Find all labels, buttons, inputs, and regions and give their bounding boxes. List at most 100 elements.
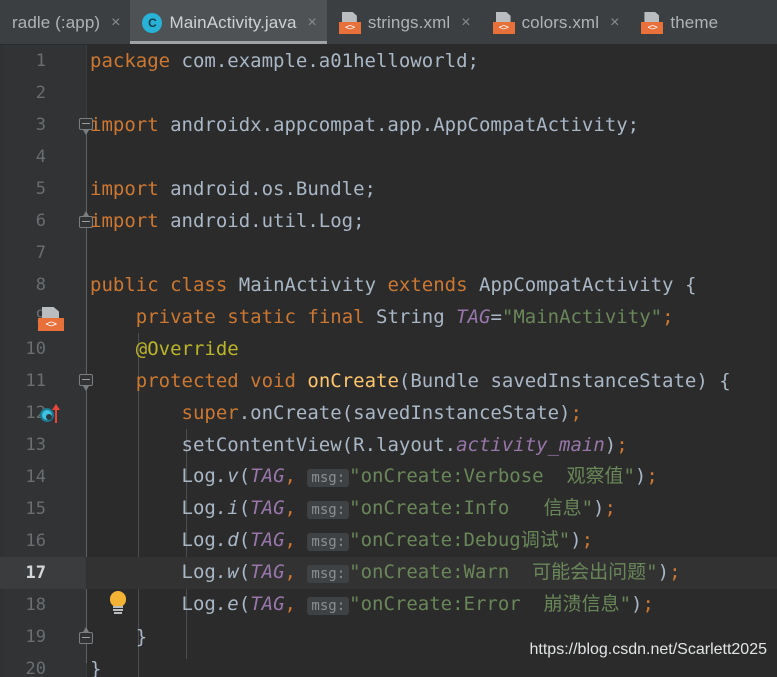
close-icon[interactable]: ×: [610, 14, 619, 31]
code-line-current[interactable]: 17 Log.w(TAG, msg: "onCreate:Warn 可能会出问题"…: [0, 557, 777, 589]
token-semicolon: ;: [581, 529, 594, 551]
token-operator: =: [490, 306, 502, 328]
token-brace: {: [719, 370, 731, 392]
token-comma: ,: [284, 593, 296, 615]
token-semicolon: ;: [669, 561, 681, 583]
line-content: public class MainActivity extends AppCom…: [90, 269, 696, 301]
code-line[interactable]: 7: [0, 237, 777, 269]
token-keyword: void: [250, 370, 296, 392]
bulb-base: [114, 612, 122, 614]
code-line[interactable]: 5 import android.os.Bundle;: [0, 173, 777, 205]
tag-badge: <>: [641, 21, 664, 34]
close-icon[interactable]: ×: [308, 14, 317, 31]
fold-tip: [83, 211, 89, 216]
token-keyword: class: [170, 274, 228, 296]
code-line[interactable]: 10 @Override: [0, 333, 777, 365]
token-string: "onCreate:Info 信息": [349, 497, 594, 519]
line-number: 4: [35, 147, 46, 167]
tab-colors-xml[interactable]: <> colors.xml ×: [481, 0, 630, 44]
fold-tip: [83, 627, 89, 632]
token-paren: ): [634, 465, 647, 487]
line-number: 3: [35, 115, 46, 135]
code-line[interactable]: 14 Log.v(TAG, msg: "onCreate:Verbose 观察值"…: [0, 461, 777, 493]
line-content: import android.util.Log;: [90, 205, 365, 237]
token-brace: {: [684, 274, 697, 296]
line-content: protected void onCreate(Bundle savedInst…: [90, 365, 731, 397]
token-paren: ): [559, 402, 571, 424]
code-line[interactable]: 8 public class MainActivity extends AppC…: [0, 269, 777, 301]
line-content: import androidx.appcompat.app.AppCompatA…: [90, 109, 639, 141]
close-icon[interactable]: ×: [111, 14, 120, 31]
token-package-name: com.example.a01helloworld;: [181, 50, 479, 72]
fold-tip: [83, 386, 89, 391]
line-content: Log.d(TAG, msg: "onCreate:Debug调试");: [90, 524, 593, 558]
java-class-icon: C: [142, 12, 163, 33]
tab-mainactivity-java[interactable]: C MainActivity.java ×: [130, 0, 328, 44]
token-paren: (: [398, 370, 411, 392]
code-line[interactable]: 9 private static final String TAG="MainA…: [0, 301, 777, 333]
token-paren: ): [570, 529, 582, 551]
close-icon[interactable]: ×: [461, 14, 470, 31]
token-method-call: .i: [215, 497, 239, 519]
token-paren: (: [238, 465, 251, 487]
token-annotation: @Override: [135, 338, 239, 360]
code-line[interactable]: 15 Log.i(TAG, msg: "onCreate:Info 信息");: [0, 493, 777, 525]
code-line[interactable]: 2: [0, 77, 777, 109]
token-paren: (: [238, 529, 251, 551]
token-semicolon: ;: [642, 593, 654, 615]
xml-resource-icon: <>: [492, 11, 515, 34]
tag-badge: <>: [338, 21, 361, 34]
line-content: import android.os.Bundle;: [90, 173, 376, 205]
code-line[interactable]: 3 import androidx.appcompat.app.AppCompa…: [0, 109, 777, 141]
xml-resource-icon: <>: [641, 11, 664, 34]
tab-strings-xml[interactable]: <> strings.xml ×: [327, 0, 481, 44]
code-line[interactable]: 6 import android.util.Log;: [0, 205, 777, 237]
fold-minus: [82, 123, 90, 124]
token-param: savedInstanceState: [353, 402, 560, 424]
token-type: String: [376, 306, 445, 328]
token-keyword: extends: [387, 274, 468, 296]
token-import-path: android.util.Log;: [170, 210, 365, 232]
token-paren: (: [238, 561, 251, 583]
token-type: Bundle: [410, 370, 479, 392]
token-method-call: .d: [215, 529, 239, 551]
token-paren: (: [341, 434, 354, 456]
token-field: TAG: [250, 497, 285, 519]
code-editor[interactable]: 1 package com.example.a01helloworld; 2 3…: [0, 45, 777, 677]
tab-label: colors.xml: [521, 12, 600, 32]
token-paren: ): [631, 593, 643, 615]
code-line[interactable]: 1 package com.example.a01helloworld;: [0, 45, 777, 77]
token-import-path: android.os.Bundle;: [170, 178, 376, 200]
token-keyword: private: [135, 306, 216, 328]
code-line[interactable]: 4: [0, 141, 777, 173]
token-semicolon: ;: [646, 465, 658, 487]
token-keyword: import: [90, 114, 159, 136]
code-line[interactable]: 12 super.onCreate(savedInstanceState);: [0, 397, 777, 429]
overriding-method-icon[interactable]: [40, 404, 66, 426]
line-content: private static final String TAG="MainAct…: [90, 301, 674, 333]
token-field: TAG: [250, 561, 285, 583]
code-line[interactable]: 13 setContentView(R.layout.activity_main…: [0, 429, 777, 461]
token-keyword: public: [90, 274, 159, 296]
token-class-ref: Log: [181, 497, 216, 519]
parameter-hint: msg:: [307, 597, 350, 615]
token-string: "onCreate:Error 崩溃信息": [349, 593, 632, 615]
tab-themes-xml[interactable]: <> theme: [629, 0, 728, 44]
tab-gradle-app[interactable]: radle (:app) ×: [0, 0, 130, 44]
code-line[interactable]: 16 Log.d(TAG, msg: "onCreate:Debug调试");: [0, 525, 777, 557]
line-content: }: [90, 621, 147, 653]
token-method-call: .v: [215, 465, 239, 487]
token-semicolon: ;: [616, 434, 628, 456]
parameter-hint: msg:: [307, 565, 350, 583]
token-semicolon: ;: [570, 402, 582, 424]
intention-bulb-icon[interactable]: [107, 591, 129, 615]
layout-related-file-icon[interactable]: <>: [38, 307, 64, 331]
fold-minus: [82, 379, 90, 380]
token-method-call: setContentView: [181, 434, 342, 456]
token-paren: ): [604, 434, 617, 456]
token-brace: }: [90, 658, 102, 677]
code-line[interactable]: 11 protected void onCreate(Bundle savedI…: [0, 365, 777, 397]
token-r-layout: R.layout.: [353, 434, 457, 456]
line-number: 13: [25, 435, 46, 455]
parameter-hint: msg:: [307, 501, 350, 519]
